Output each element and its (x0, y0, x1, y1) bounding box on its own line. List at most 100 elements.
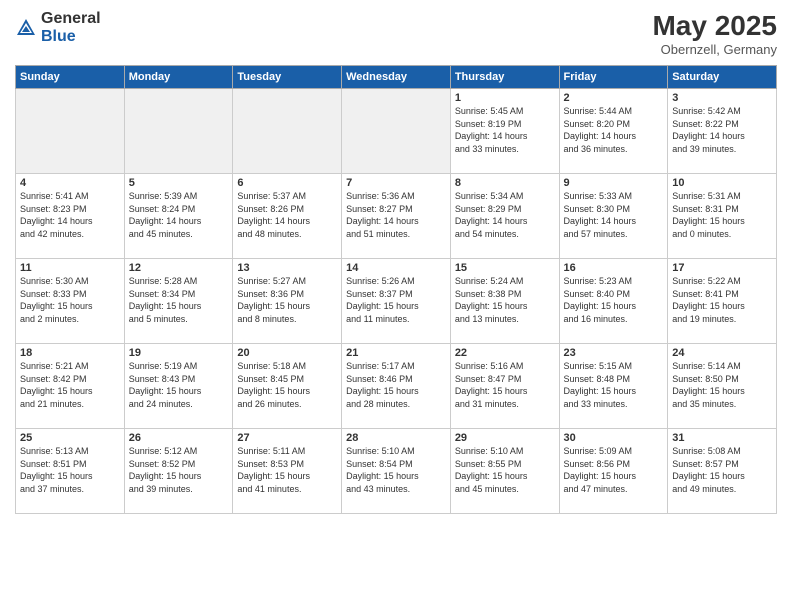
calendar-cell-w3-d3: 14Sunrise: 5:26 AM Sunset: 8:37 PM Dayli… (342, 259, 451, 344)
day-number: 8 (455, 177, 555, 189)
calendar-cell-w4-d6: 24Sunrise: 5:14 AM Sunset: 8:50 PM Dayli… (668, 344, 777, 429)
day-number: 1 (455, 92, 555, 104)
day-info: Sunrise: 5:34 AM Sunset: 8:29 PM Dayligh… (455, 190, 555, 240)
calendar-week-4: 18Sunrise: 5:21 AM Sunset: 8:42 PM Dayli… (16, 344, 777, 429)
logo-general-text: General (41, 10, 101, 27)
day-info: Sunrise: 5:36 AM Sunset: 8:27 PM Dayligh… (346, 190, 446, 240)
calendar-cell-w2-d2: 6Sunrise: 5:37 AM Sunset: 8:26 PM Daylig… (233, 174, 342, 259)
day-number: 31 (672, 432, 772, 444)
day-info: Sunrise: 5:10 AM Sunset: 8:54 PM Dayligh… (346, 445, 446, 495)
header: General Blue May 2025 Obernzell, Germany (15, 10, 777, 57)
calendar-cell-w2-d4: 8Sunrise: 5:34 AM Sunset: 8:29 PM Daylig… (450, 174, 559, 259)
day-info: Sunrise: 5:08 AM Sunset: 8:57 PM Dayligh… (672, 445, 772, 495)
logo-blue-text: Blue (41, 28, 76, 45)
day-number: 20 (237, 347, 337, 359)
calendar-cell-w5-d3: 28Sunrise: 5:10 AM Sunset: 8:54 PM Dayli… (342, 429, 451, 514)
day-number: 7 (346, 177, 446, 189)
day-info: Sunrise: 5:39 AM Sunset: 8:24 PM Dayligh… (129, 190, 229, 240)
day-info: Sunrise: 5:42 AM Sunset: 8:22 PM Dayligh… (672, 105, 772, 155)
day-info: Sunrise: 5:23 AM Sunset: 8:40 PM Dayligh… (564, 275, 664, 325)
location-subtitle: Obernzell, Germany (652, 42, 777, 57)
day-number: 28 (346, 432, 446, 444)
day-number: 21 (346, 347, 446, 359)
day-info: Sunrise: 5:31 AM Sunset: 8:31 PM Dayligh… (672, 190, 772, 240)
day-number: 25 (20, 432, 120, 444)
day-info: Sunrise: 5:37 AM Sunset: 8:26 PM Dayligh… (237, 190, 337, 240)
day-number: 16 (564, 262, 664, 274)
day-info: Sunrise: 5:14 AM Sunset: 8:50 PM Dayligh… (672, 360, 772, 410)
day-info: Sunrise: 5:13 AM Sunset: 8:51 PM Dayligh… (20, 445, 120, 495)
day-number: 18 (20, 347, 120, 359)
day-info: Sunrise: 5:10 AM Sunset: 8:55 PM Dayligh… (455, 445, 555, 495)
col-header-saturday: Saturday (668, 66, 777, 89)
day-info: Sunrise: 5:17 AM Sunset: 8:46 PM Dayligh… (346, 360, 446, 410)
day-info: Sunrise: 5:18 AM Sunset: 8:45 PM Dayligh… (237, 360, 337, 410)
day-number: 15 (455, 262, 555, 274)
calendar-cell-w3-d2: 13Sunrise: 5:27 AM Sunset: 8:36 PM Dayli… (233, 259, 342, 344)
day-number: 24 (672, 347, 772, 359)
calendar-cell-w2-d6: 10Sunrise: 5:31 AM Sunset: 8:31 PM Dayli… (668, 174, 777, 259)
day-info: Sunrise: 5:41 AM Sunset: 8:23 PM Dayligh… (20, 190, 120, 240)
day-number: 23 (564, 347, 664, 359)
calendar-cell-w3-d4: 15Sunrise: 5:24 AM Sunset: 8:38 PM Dayli… (450, 259, 559, 344)
day-info: Sunrise: 5:21 AM Sunset: 8:42 PM Dayligh… (20, 360, 120, 410)
calendar-week-3: 11Sunrise: 5:30 AM Sunset: 8:33 PM Dayli… (16, 259, 777, 344)
day-number: 17 (672, 262, 772, 274)
calendar-cell-w4-d1: 19Sunrise: 5:19 AM Sunset: 8:43 PM Dayli… (124, 344, 233, 429)
calendar-cell-w2-d1: 5Sunrise: 5:39 AM Sunset: 8:24 PM Daylig… (124, 174, 233, 259)
calendar-cell-w4-d4: 22Sunrise: 5:16 AM Sunset: 8:47 PM Dayli… (450, 344, 559, 429)
day-number: 2 (564, 92, 664, 104)
calendar-cell-w3-d6: 17Sunrise: 5:22 AM Sunset: 8:41 PM Dayli… (668, 259, 777, 344)
calendar-week-1: 1Sunrise: 5:45 AM Sunset: 8:19 PM Daylig… (16, 89, 777, 174)
calendar-cell-w2-d3: 7Sunrise: 5:36 AM Sunset: 8:27 PM Daylig… (342, 174, 451, 259)
calendar-cell-w1-d2 (233, 89, 342, 174)
day-info: Sunrise: 5:09 AM Sunset: 8:56 PM Dayligh… (564, 445, 664, 495)
calendar-cell-w5-d0: 25Sunrise: 5:13 AM Sunset: 8:51 PM Dayli… (16, 429, 125, 514)
day-info: Sunrise: 5:44 AM Sunset: 8:20 PM Dayligh… (564, 105, 664, 155)
day-number: 13 (237, 262, 337, 274)
day-number: 5 (129, 177, 229, 189)
logo: General Blue (15, 10, 101, 45)
calendar-header-row: Sunday Monday Tuesday Wednesday Thursday… (16, 66, 777, 89)
day-info: Sunrise: 5:11 AM Sunset: 8:53 PM Dayligh… (237, 445, 337, 495)
day-info: Sunrise: 5:15 AM Sunset: 8:48 PM Dayligh… (564, 360, 664, 410)
calendar-cell-w1-d1 (124, 89, 233, 174)
calendar-cell-w3-d5: 16Sunrise: 5:23 AM Sunset: 8:40 PM Dayli… (559, 259, 668, 344)
day-info: Sunrise: 5:33 AM Sunset: 8:30 PM Dayligh… (564, 190, 664, 240)
day-number: 12 (129, 262, 229, 274)
calendar-cell-w5-d4: 29Sunrise: 5:10 AM Sunset: 8:55 PM Dayli… (450, 429, 559, 514)
calendar-cell-w5-d1: 26Sunrise: 5:12 AM Sunset: 8:52 PM Dayli… (124, 429, 233, 514)
calendar-cell-w3-d0: 11Sunrise: 5:30 AM Sunset: 8:33 PM Dayli… (16, 259, 125, 344)
col-header-thursday: Thursday (450, 66, 559, 89)
calendar-cell-w4-d0: 18Sunrise: 5:21 AM Sunset: 8:42 PM Dayli… (16, 344, 125, 429)
day-number: 4 (20, 177, 120, 189)
calendar-cell-w4-d5: 23Sunrise: 5:15 AM Sunset: 8:48 PM Dayli… (559, 344, 668, 429)
day-info: Sunrise: 5:19 AM Sunset: 8:43 PM Dayligh… (129, 360, 229, 410)
col-header-sunday: Sunday (16, 66, 125, 89)
calendar-cell-w1-d0 (16, 89, 125, 174)
calendar-week-5: 25Sunrise: 5:13 AM Sunset: 8:51 PM Dayli… (16, 429, 777, 514)
logo-icon (15, 17, 37, 39)
day-number: 6 (237, 177, 337, 189)
day-info: Sunrise: 5:24 AM Sunset: 8:38 PM Dayligh… (455, 275, 555, 325)
calendar-cell-w5-d6: 31Sunrise: 5:08 AM Sunset: 8:57 PM Dayli… (668, 429, 777, 514)
calendar-cell-w1-d5: 2Sunrise: 5:44 AM Sunset: 8:20 PM Daylig… (559, 89, 668, 174)
page: General Blue May 2025 Obernzell, Germany… (0, 0, 792, 612)
day-info: Sunrise: 5:16 AM Sunset: 8:47 PM Dayligh… (455, 360, 555, 410)
calendar-cell-w2-d5: 9Sunrise: 5:33 AM Sunset: 8:30 PM Daylig… (559, 174, 668, 259)
calendar-cell-w5-d2: 27Sunrise: 5:11 AM Sunset: 8:53 PM Dayli… (233, 429, 342, 514)
day-number: 19 (129, 347, 229, 359)
day-number: 3 (672, 92, 772, 104)
calendar-cell-w3-d1: 12Sunrise: 5:28 AM Sunset: 8:34 PM Dayli… (124, 259, 233, 344)
calendar-table: Sunday Monday Tuesday Wednesday Thursday… (15, 65, 777, 514)
calendar-cell-w4-d2: 20Sunrise: 5:18 AM Sunset: 8:45 PM Dayli… (233, 344, 342, 429)
day-number: 11 (20, 262, 120, 274)
day-number: 14 (346, 262, 446, 274)
day-number: 29 (455, 432, 555, 444)
col-header-wednesday: Wednesday (342, 66, 451, 89)
calendar-cell-w1-d6: 3Sunrise: 5:42 AM Sunset: 8:22 PM Daylig… (668, 89, 777, 174)
day-info: Sunrise: 5:12 AM Sunset: 8:52 PM Dayligh… (129, 445, 229, 495)
col-header-friday: Friday (559, 66, 668, 89)
day-number: 30 (564, 432, 664, 444)
day-info: Sunrise: 5:30 AM Sunset: 8:33 PM Dayligh… (20, 275, 120, 325)
